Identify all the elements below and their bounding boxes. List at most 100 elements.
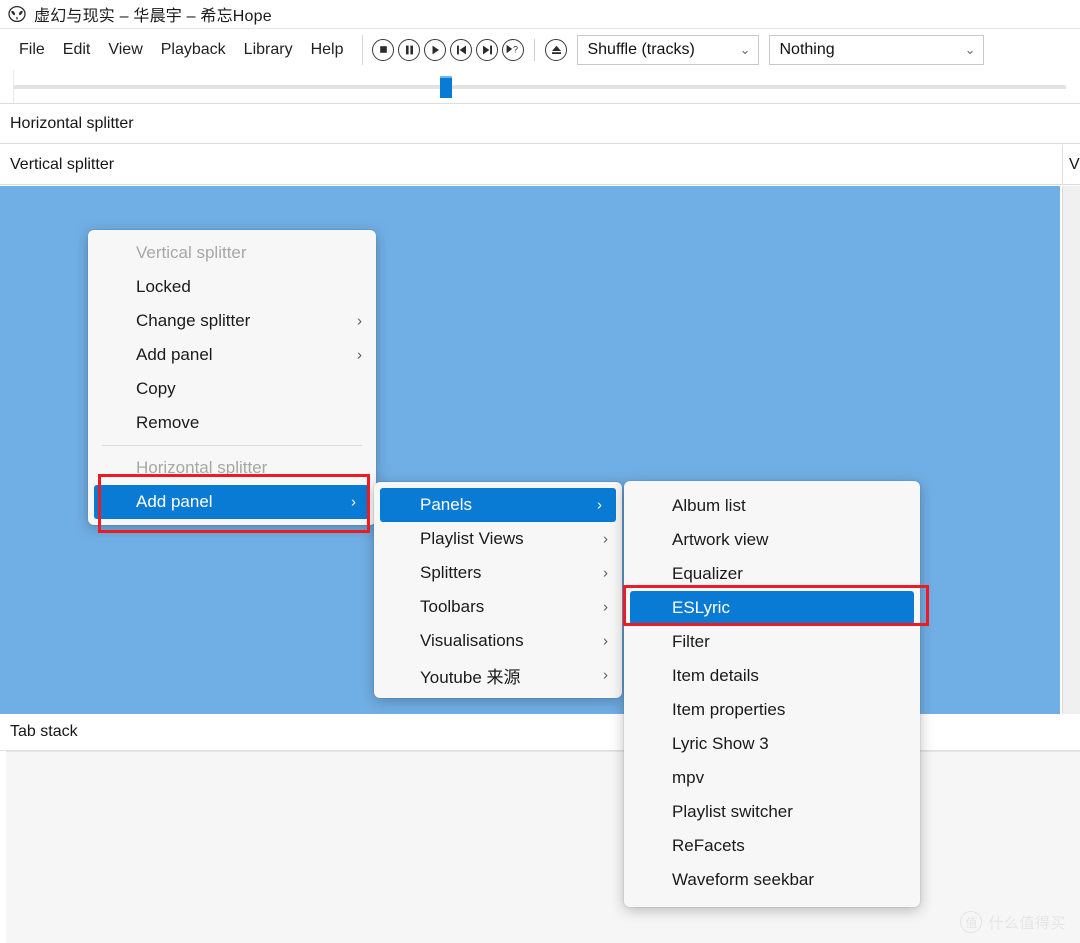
eject-button[interactable] [545, 38, 568, 61]
menu-item-add-panel-vertical[interactable]: Add panel › [88, 338, 376, 372]
vertical-splitter-header-right[interactable]: V [1062, 145, 1080, 185]
menu-item-toolbars[interactable]: Toolbars › [374, 590, 622, 624]
next-track-button[interactable] [476, 38, 499, 61]
chevron-right-icon: › [357, 312, 362, 330]
pause-button[interactable] [398, 38, 421, 61]
play-random-button[interactable]: ? [502, 38, 525, 61]
menu-item-label: Change splitter [136, 311, 251, 330]
menu-item-label: Remove [136, 413, 200, 432]
context-submenu-panels[interactable]: Album list Artwork view Equalizer ESLyri… [624, 481, 920, 907]
menu-playback[interactable]: Playback [152, 38, 235, 62]
chevron-right-icon: › [603, 598, 608, 616]
menu-item-refacets[interactable]: ReFacets [624, 829, 920, 863]
playback-order-dropdown[interactable]: Shuffle (tracks) ⌄ [577, 34, 760, 65]
seekbar-toolbar [0, 70, 1080, 104]
menu-item-label: Add panel [136, 492, 213, 511]
menu-item-remove[interactable]: Remove [88, 406, 376, 440]
menu-item-label: Item details [672, 666, 759, 685]
watermark-badge-icon: 值 [960, 911, 983, 933]
chevron-right-icon: › [603, 632, 608, 650]
menu-item-copy[interactable]: Copy [88, 372, 376, 406]
menu-item-playlist-views[interactable]: Playlist Views › [374, 522, 622, 556]
menu-item-label: Toolbars [420, 597, 485, 616]
context-menu-splitter[interactable]: Vertical splitter Locked Change splitter… [88, 230, 376, 525]
horizontal-splitter-header[interactable]: Horizontal splitter [0, 104, 1080, 144]
menu-item-visualisations[interactable]: Visualisations › [374, 624, 622, 658]
menu-item-label: Visualisations [420, 631, 524, 650]
menu-item-label: Equalizer [672, 564, 743, 583]
menu-item-mpv[interactable]: mpv [624, 761, 920, 795]
menu-item-splitters[interactable]: Splitters › [374, 556, 622, 590]
menu-item-label: Add panel [136, 345, 213, 364]
menu-view[interactable]: View [99, 38, 151, 62]
play-button[interactable] [424, 38, 447, 61]
menu-item-label: ReFacets [672, 836, 745, 855]
right-panel-area[interactable] [1062, 186, 1080, 714]
foobar2000-alien-icon [8, 5, 26, 23]
menu-item-change-splitter[interactable]: Change splitter › [88, 304, 376, 338]
app-window: 虚幻与现实 – 华晨宇 – 希忘Hope File Edit View Play… [0, 0, 1080, 943]
menu-item-label: Horizontal splitter [136, 458, 268, 477]
menu-separator [102, 445, 362, 446]
chevron-right-icon: › [357, 346, 362, 364]
menu-item-label: Youtube 来源 [420, 667, 521, 687]
menu-item-label: Playlist switcher [672, 802, 793, 821]
stop-button[interactable] [372, 38, 395, 61]
menu-item-album-list[interactable]: Album list [624, 489, 920, 523]
transport-controls: ? [372, 38, 568, 61]
svg-text:?: ? [513, 45, 518, 55]
vertical-splitter-header[interactable]: Vertical splitter [0, 145, 1080, 185]
menu-item-add-panel-horizontal[interactable]: Add panel › [94, 485, 370, 519]
chevron-right-icon: › [603, 564, 608, 582]
menu-item-label: Filter [672, 632, 710, 651]
menu-item-equalizer[interactable]: Equalizer [624, 557, 920, 591]
menu-library[interactable]: Library [235, 38, 302, 62]
menu-item-item-properties[interactable]: Item properties [624, 693, 920, 727]
chevron-right-icon: › [603, 666, 608, 684]
tab-stack-label: Tab stack [10, 723, 78, 740]
menu-item-label: Copy [136, 379, 176, 398]
title-bar: 虚幻与现实 – 华晨宇 – 希忘Hope [0, 0, 1080, 29]
menu-item-item-details[interactable]: Item details [624, 659, 920, 693]
menu-item-youtube-source[interactable]: Youtube 来源 › [374, 658, 622, 692]
menu-item-locked[interactable]: Locked [88, 270, 376, 304]
toolbar-divider [362, 34, 364, 65]
chevron-down-icon: ⌄ [964, 42, 976, 57]
menu-item-filter[interactable]: Filter [624, 625, 920, 659]
menu-item-lyric-show-3[interactable]: Lyric Show 3 [624, 727, 920, 761]
horizontal-splitter-label: Horizontal splitter [10, 114, 134, 132]
vertical-splitter-label: Vertical splitter [10, 155, 115, 173]
seek-slider[interactable] [14, 85, 1066, 89]
menu-bar: File Edit View Playback Library Help ? S… [0, 29, 1080, 71]
bottom-panel-left-edge [0, 751, 6, 943]
chevron-right-icon: › [603, 530, 608, 548]
context-submenu-add-panel[interactable]: Panels › Playlist Views › Splitters › To… [374, 482, 622, 698]
transport-divider [534, 38, 536, 61]
seek-slider-thumb[interactable] [440, 76, 452, 98]
menu-header-vertical-splitter: Vertical splitter [88, 236, 376, 270]
menu-help[interactable]: Help [302, 38, 353, 62]
menu-item-playlist-switcher[interactable]: Playlist switcher [624, 795, 920, 829]
menu-item-eslyric[interactable]: ESLyric [630, 591, 914, 625]
menu-item-label: Vertical splitter [136, 243, 247, 262]
menu-edit[interactable]: Edit [54, 38, 100, 62]
menu-item-label: Panels [420, 495, 472, 514]
previous-track-button[interactable] [450, 38, 473, 61]
menu-item-label: Locked [136, 277, 191, 296]
watermark: 值 什么值得买 [960, 911, 1066, 933]
menu-item-artwork-view[interactable]: Artwork view [624, 523, 920, 557]
chevron-down-icon: ⌄ [739, 42, 751, 57]
menu-item-panels[interactable]: Panels › [380, 488, 616, 522]
vertical-splitter-right-label: V [1069, 155, 1080, 173]
menu-item-label: Playlist Views [420, 529, 524, 548]
menu-item-waveform-seekbar[interactable]: Waveform seekbar [624, 863, 920, 897]
playback-order-value: Shuffle (tracks) [587, 40, 695, 58]
playback-follow-dropdown[interactable]: Nothing ⌄ [769, 34, 985, 65]
menu-item-label: mpv [672, 768, 705, 787]
menu-bar-items: File Edit View Playback Library Help [0, 38, 352, 62]
menu-file[interactable]: File [10, 38, 54, 62]
menu-item-label: Item properties [672, 700, 786, 719]
playback-follow-value: Nothing [779, 40, 835, 58]
window-title: 虚幻与现实 – 华晨宇 – 希忘Hope [34, 8, 272, 25]
menu-item-label: Album list [672, 496, 746, 515]
